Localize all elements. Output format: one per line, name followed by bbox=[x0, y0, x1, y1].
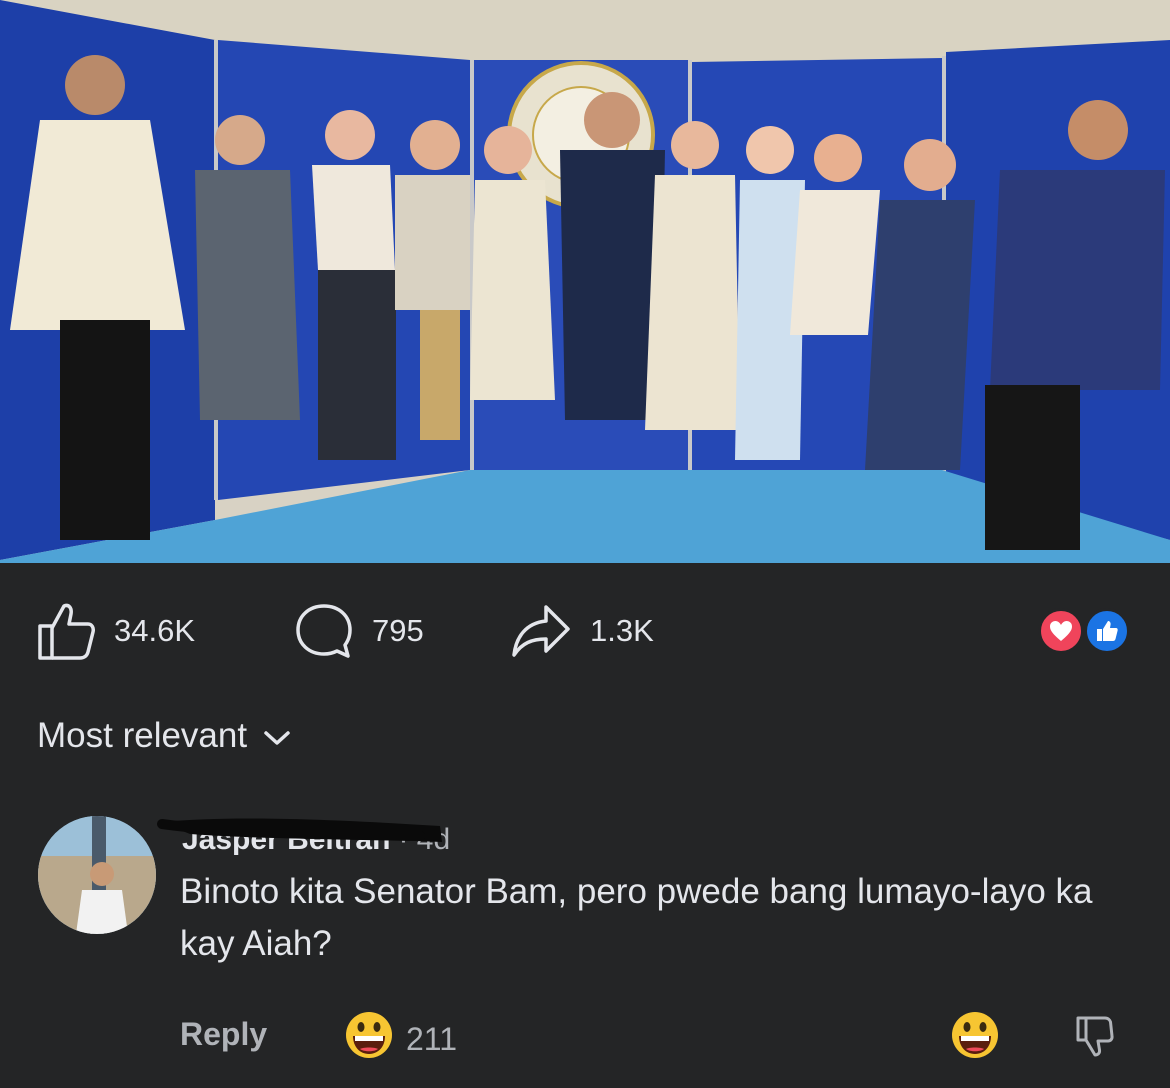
reaction-summary[interactable] bbox=[1038, 608, 1134, 654]
comment-reaction-summary[interactable]: 211 bbox=[344, 1010, 457, 1068]
comment-reaction-count: 211 bbox=[406, 1020, 458, 1057]
post-action-bar: 34.6K 795 1.3K bbox=[0, 598, 1170, 664]
avatar[interactable] bbox=[38, 816, 156, 934]
comment-sort-dropdown[interactable]: Most relevant bbox=[37, 716, 291, 756]
comment-bubble-icon bbox=[294, 600, 354, 662]
shares-count: 1.3K bbox=[590, 613, 654, 648]
sort-label: Most relevant bbox=[37, 716, 248, 755]
comment-text: Binoto kita Senator Bam, pero pwede bang… bbox=[180, 872, 1093, 963]
grinning-face-icon bbox=[344, 1010, 394, 1068]
comments-count: 795 bbox=[372, 613, 424, 648]
chevron-down-icon bbox=[263, 716, 291, 756]
post-photo[interactable] bbox=[0, 0, 1170, 563]
react-emoji-button[interactable] bbox=[950, 1010, 1000, 1065]
dislike-button[interactable] bbox=[1074, 1014, 1114, 1063]
redaction-scribble bbox=[157, 818, 442, 842]
comment-button[interactable]: 795 bbox=[294, 598, 424, 664]
like-button[interactable]: 34.6K bbox=[36, 598, 195, 664]
likes-count: 34.6K bbox=[114, 613, 196, 648]
comment-footer: Reply 211 bbox=[180, 1008, 1140, 1064]
share-button[interactable]: 1.3K bbox=[510, 598, 654, 664]
like-icon bbox=[1084, 608, 1130, 654]
thumbs-down-icon bbox=[1074, 1016, 1114, 1062]
reply-button[interactable]: Reply bbox=[180, 1016, 267, 1053]
group-photo-image bbox=[0, 0, 1170, 563]
grinning-face-icon bbox=[950, 1012, 1000, 1064]
thumbs-up-icon bbox=[36, 600, 96, 662]
share-arrow-icon bbox=[510, 603, 572, 659]
love-icon bbox=[1038, 608, 1084, 654]
